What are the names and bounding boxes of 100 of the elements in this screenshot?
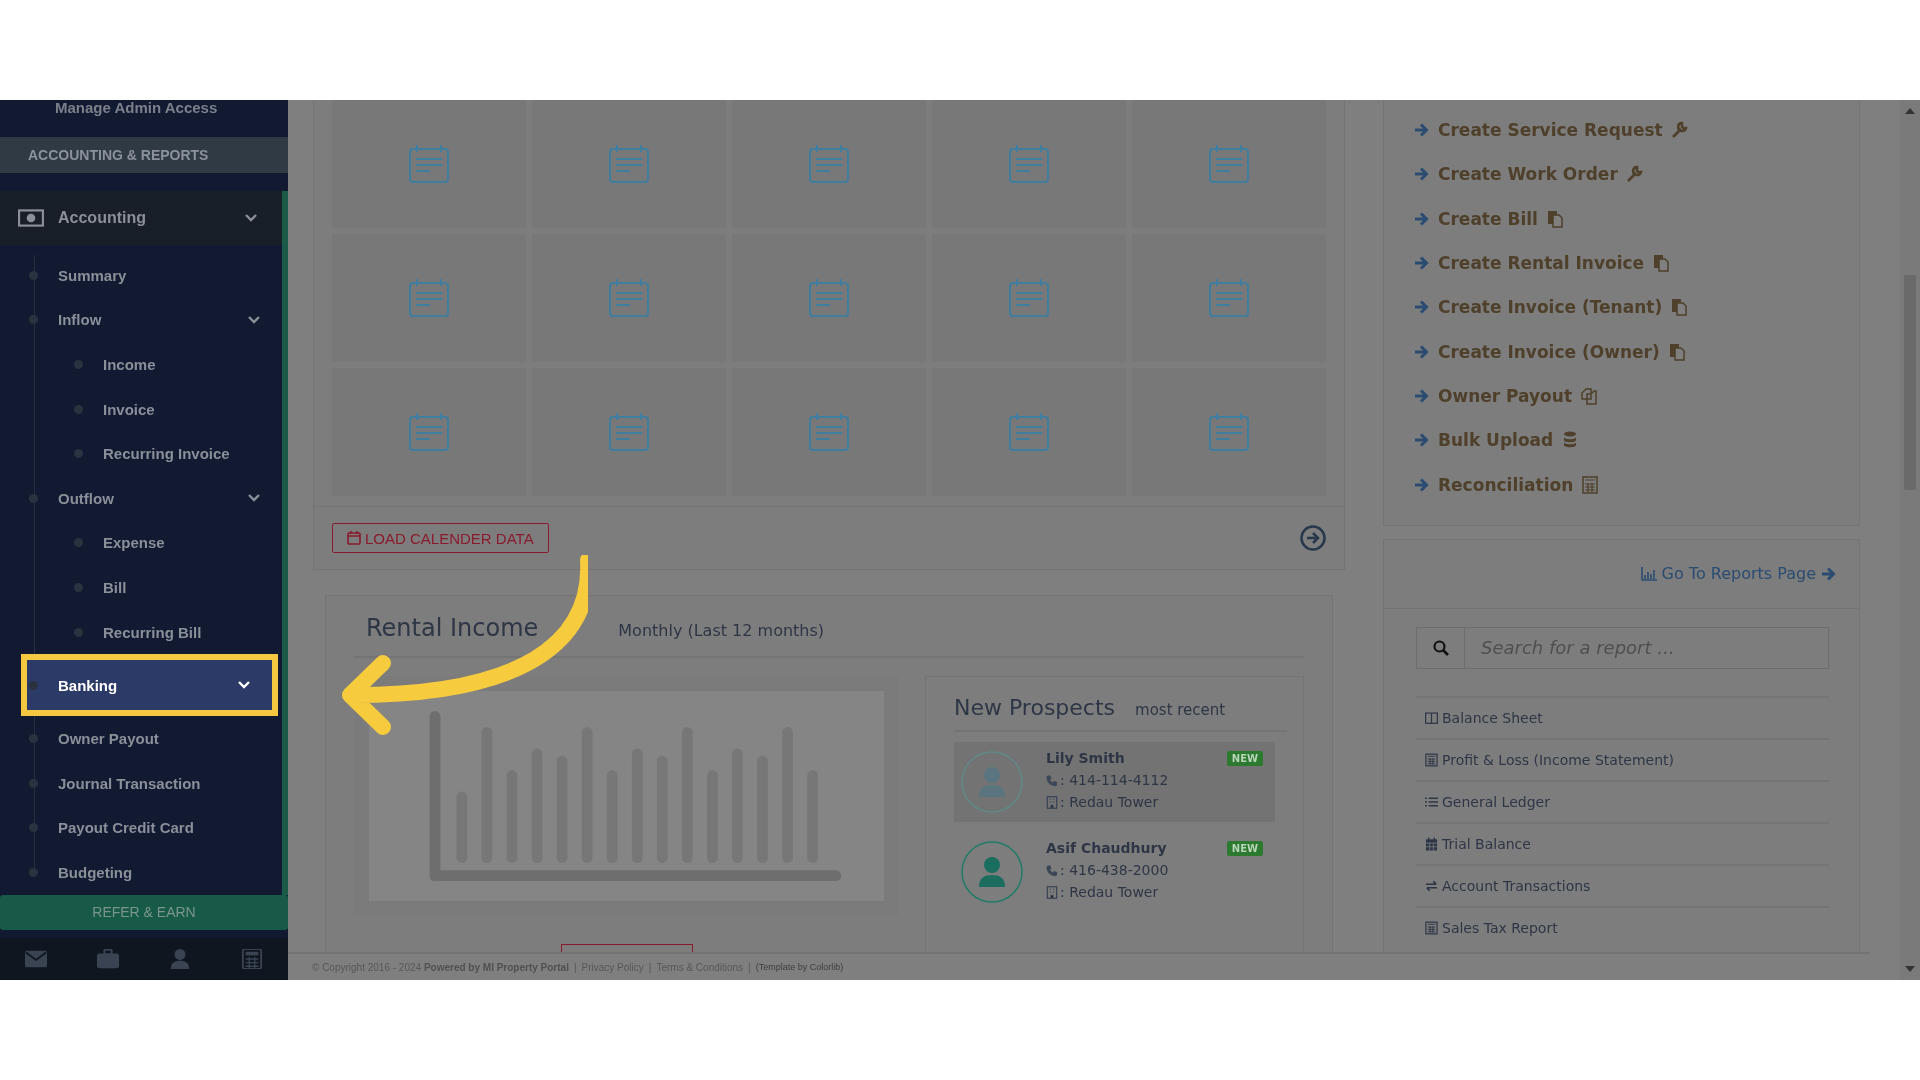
calendar-cell[interactable] [732, 100, 926, 228]
arrow-circle-icon[interactable] [1300, 525, 1326, 551]
calendar-note-icon [1009, 145, 1049, 183]
briefcase-icon[interactable] [97, 948, 119, 969]
arrow-right-icon [1414, 432, 1430, 449]
report-link[interactable]: Balance Sheet [1416, 695, 1829, 738]
sidebar-item[interactable]: Journal Transaction [0, 760, 282, 806]
calendar-cell[interactable] [732, 234, 926, 362]
quick-action-link[interactable]: Reconciliation [1414, 462, 1859, 507]
quick-action-link[interactable]: Create Invoice (Tenant) [1414, 285, 1859, 330]
action-icon [1652, 254, 1671, 273]
sidebar-subitem[interactable]: Recurring Bill [0, 609, 282, 655]
manage-admin-link[interactable]: Manage Admin Access [0, 100, 288, 131]
quick-action-link[interactable]: Bulk Upload [1414, 418, 1859, 463]
arrow-right-icon [1414, 255, 1430, 272]
report-icon [1425, 794, 1438, 809]
refer-button[interactable]: REFER & EARN [0, 894, 288, 930]
calendar-note-icon [409, 145, 449, 183]
quick-action-link[interactable]: Create Rental Invoice [1414, 240, 1859, 286]
calendar-cell[interactable] [932, 368, 1126, 496]
calendar-cell[interactable] [1132, 368, 1326, 496]
sidebar-item[interactable]: Payout Credit Card [0, 805, 282, 851]
action-icon [1670, 298, 1689, 317]
sidebar-subitem[interactable]: Invoice [0, 386, 282, 432]
sidebar-item[interactable]: Banking [21, 654, 278, 717]
arrow-right-icon [1821, 565, 1837, 582]
arrow-right-icon [1414, 343, 1430, 360]
sidebar-subitem[interactable]: Expense [0, 520, 282, 566]
tree-dot [29, 823, 38, 833]
calendar-cell[interactable] [332, 368, 526, 496]
avatar-icon [960, 750, 1024, 814]
report-link[interactable]: Trial Balance [1416, 821, 1829, 864]
sidebar-item[interactable]: Summary [0, 252, 282, 298]
sidebar-subitem[interactable]: Income [0, 342, 282, 387]
report-link[interactable]: General Ledger [1416, 779, 1829, 822]
sidebar-item[interactable]: Inflow [0, 297, 282, 343]
calendar-cell[interactable] [932, 100, 1126, 228]
calendar-cell[interactable] [932, 234, 1126, 362]
user-icon[interactable] [169, 948, 191, 969]
card-subtitle: most recent [1135, 701, 1226, 719]
calendar-cell[interactable] [532, 234, 726, 362]
calendar-cell[interactable] [732, 368, 926, 496]
calendar-cell[interactable] [532, 100, 726, 228]
quick-action-link[interactable]: Create Service Request [1414, 108, 1859, 153]
report-link[interactable]: Account Transactions [1416, 863, 1829, 906]
bar-chart-icon [1640, 566, 1657, 581]
sidebar-item[interactable]: Outflow [0, 475, 282, 521]
sidebar-subitem[interactable]: Recurring Invoice [0, 431, 282, 476]
prospect-property: : Redau Tower [1060, 884, 1159, 900]
action-icon [1670, 121, 1689, 140]
search-icon [1432, 639, 1449, 656]
quick-action-link[interactable]: Create Work Order [1414, 152, 1859, 197]
sidebar-item[interactable]: Budgeting [0, 850, 282, 895]
calendar-note-icon [1009, 413, 1049, 451]
arrow-right-icon [1414, 166, 1430, 183]
action-icon [1667, 342, 1686, 361]
calendar-cell[interactable] [1132, 100, 1326, 228]
phone-icon [1046, 773, 1058, 787]
accounting-menu[interactable]: Accounting [0, 190, 288, 245]
calendar-note-icon [609, 413, 649, 451]
new-badge: NEW [1226, 750, 1263, 766]
calendar-cell[interactable] [332, 100, 526, 228]
calculator-icon[interactable] [241, 948, 263, 969]
report-link[interactable]: Sales Tax Report [1416, 905, 1829, 948]
sidebar-subitem[interactable]: Bill [0, 565, 282, 610]
tree-dot [29, 315, 38, 325]
arrow-right-icon [1414, 122, 1430, 139]
calendar-note-icon [409, 413, 449, 451]
quick-action-link[interactable]: Create Bill [1414, 196, 1859, 241]
calendar-note-icon [1009, 279, 1049, 317]
sidebar-item[interactable]: Owner Payout [0, 716, 282, 761]
report-icon [1425, 878, 1438, 893]
tree-dot [29, 270, 38, 280]
prospect-row[interactable]: Asif Chaudhury NEW : 416-438-2000 : Redau Tower [954, 832, 1275, 912]
load-calendar-button[interactable]: LOAD CALENDER DATA [332, 523, 549, 553]
action-icon [1580, 386, 1599, 405]
tree-dot [29, 680, 38, 690]
section-title: ACCOUNTING & REPORTS [0, 136, 288, 173]
quick-action-link[interactable]: Create Invoice (Owner) [1414, 329, 1859, 374]
calendar-note-icon [609, 279, 649, 317]
mail-icon[interactable] [25, 948, 47, 969]
quick-action-link[interactable]: Owner Payout [1414, 373, 1859, 419]
calendar-note-icon [809, 413, 849, 451]
calendar-cell[interactable] [1132, 234, 1326, 362]
calendar-cell[interactable] [532, 368, 726, 496]
footer-separator: | [648, 961, 652, 973]
prospect-row[interactable]: Lily Smith NEW : 414-114-4112 : Redau Tower [954, 742, 1275, 822]
card-title: New Prospects [954, 695, 1116, 720]
phone-icon [1046, 863, 1058, 877]
calendar-cell[interactable] [332, 234, 526, 362]
scrollbar[interactable] [1900, 100, 1920, 980]
calendar-note-icon [1209, 279, 1249, 317]
report-link[interactable]: Profit & Loss (Income Statement) [1416, 737, 1829, 780]
reports-page-link[interactable]: Go To Reports Page [1640, 564, 1841, 584]
panel-subtitle: Monthly (Last 12 months) [618, 621, 825, 640]
tree-dot [74, 359, 83, 369]
tree-dot [29, 493, 38, 503]
tree-dot [74, 627, 83, 637]
arrow-right-icon [1414, 476, 1430, 493]
footer-separator: | [573, 961, 577, 973]
